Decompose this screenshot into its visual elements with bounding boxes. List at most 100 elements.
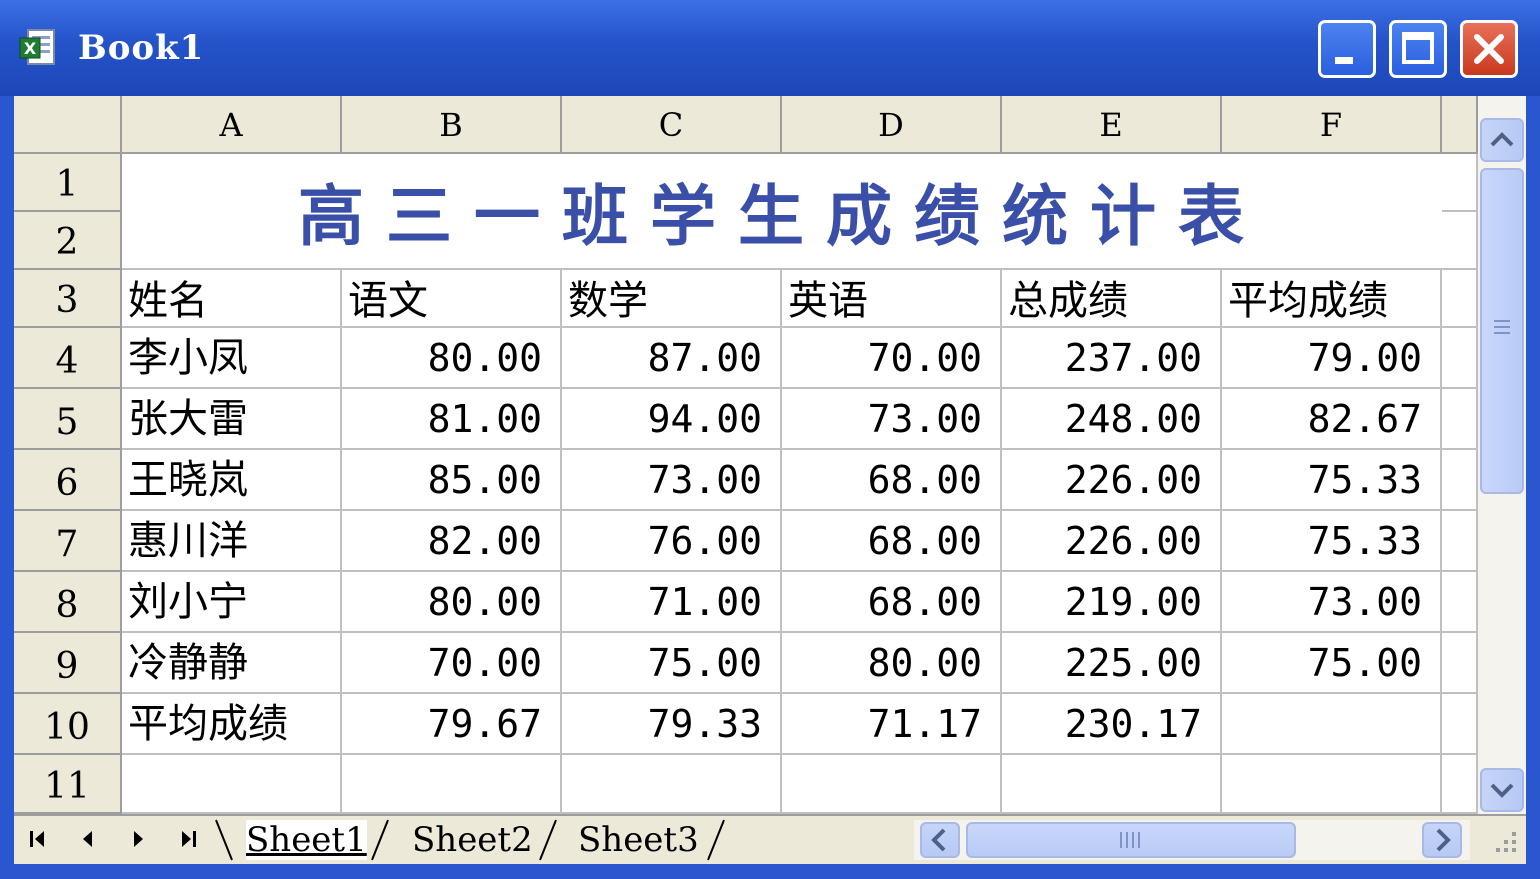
cell-average[interactable] [1222, 694, 1442, 755]
cell-score[interactable]: 71.17 [782, 694, 1002, 755]
cell-name[interactable]: 平均成绩 [122, 694, 342, 755]
cell-total[interactable]: 226.00 [1002, 511, 1222, 572]
sheet-title-cell[interactable]: 高三一班学生成绩统计表 [122, 154, 1442, 270]
cell-average[interactable]: 82.67 [1222, 389, 1442, 450]
row-header-10[interactable]: 10 [14, 694, 122, 755]
cell-g3[interactable] [1442, 270, 1478, 328]
last-sheet-icon[interactable] [174, 820, 202, 858]
row-header-7[interactable]: 7 [14, 511, 122, 572]
cell-total[interactable]: 226.00 [1002, 450, 1222, 511]
row-header-8[interactable]: 8 [14, 572, 122, 633]
cell-average[interactable]: 75.00 [1222, 633, 1442, 694]
cell-score[interactable]: 81.00 [342, 389, 562, 450]
maximize-button[interactable] [1389, 20, 1447, 78]
cell-d11[interactable] [782, 755, 1002, 814]
header-cell-english[interactable]: 英语 [782, 270, 1002, 328]
cell-total[interactable]: 219.00 [1002, 572, 1222, 633]
column-header-c[interactable]: C [562, 96, 782, 154]
cell-g8[interactable] [1442, 572, 1478, 633]
cell-b11[interactable] [342, 755, 562, 814]
cell-g6[interactable] [1442, 450, 1478, 511]
cell-g2[interactable] [1442, 212, 1478, 270]
cell-score[interactable]: 87.00 [562, 328, 782, 389]
next-sheet-icon[interactable] [124, 820, 152, 858]
cell-g11[interactable] [1442, 755, 1478, 814]
cell-score[interactable]: 68.00 [782, 450, 1002, 511]
cell-g9[interactable] [1442, 633, 1478, 694]
title-bar[interactable]: X Book1 [0, 0, 1540, 96]
cell-total[interactable]: 230.17 [1002, 694, 1222, 755]
cell-g10[interactable] [1442, 694, 1478, 755]
tab-sheet3[interactable]: Sheet3 [578, 820, 699, 860]
cell-a11[interactable] [122, 755, 342, 814]
header-cell-name[interactable]: 姓名 [122, 270, 342, 328]
column-header-d[interactable]: D [782, 96, 1002, 154]
cell-score[interactable]: 79.67 [342, 694, 562, 755]
vertical-scroll-thumb[interactable] [1480, 168, 1524, 494]
cell-score[interactable]: 76.00 [562, 511, 782, 572]
scroll-up-button[interactable] [1480, 118, 1524, 162]
cell-score[interactable]: 80.00 [342, 328, 562, 389]
cell-name[interactable]: 刘小宁 [122, 572, 342, 633]
cell-score[interactable]: 80.00 [342, 572, 562, 633]
tab-sheet2[interactable]: Sheet2 [412, 820, 533, 860]
header-cell-total[interactable]: 总成绩 [1002, 270, 1222, 328]
column-header-a[interactable]: A [122, 96, 342, 154]
cell-g4[interactable] [1442, 328, 1478, 389]
cell-score[interactable]: 70.00 [782, 328, 1002, 389]
header-cell-math[interactable]: 数学 [562, 270, 782, 328]
cell-g1[interactable] [1442, 154, 1478, 212]
cell-score[interactable]: 73.00 [782, 389, 1002, 450]
cell-average[interactable]: 73.00 [1222, 572, 1442, 633]
column-header-b[interactable]: B [342, 96, 562, 154]
scroll-down-button[interactable] [1480, 768, 1524, 812]
cell-score[interactable]: 79.33 [562, 694, 782, 755]
minimize-button[interactable] [1318, 20, 1376, 78]
cell-total[interactable]: 248.00 [1002, 389, 1222, 450]
resize-grip-icon[interactable] [1478, 820, 1526, 862]
cell-average[interactable]: 75.33 [1222, 511, 1442, 572]
row-header-1[interactable]: 1 [14, 154, 122, 212]
cell-score[interactable]: 70.00 [342, 633, 562, 694]
cell-score[interactable]: 85.00 [342, 450, 562, 511]
cell-g5[interactable] [1442, 389, 1478, 450]
cell-total[interactable]: 225.00 [1002, 633, 1222, 694]
scroll-right-button[interactable] [1422, 822, 1462, 858]
cell-f11[interactable] [1222, 755, 1442, 814]
cell-name[interactable]: 张大雷 [122, 389, 342, 450]
vertical-scrollbar[interactable] [1478, 96, 1526, 814]
cell-c11[interactable] [562, 755, 782, 814]
cell-score[interactable]: 71.00 [562, 572, 782, 633]
row-header-4[interactable]: 4 [14, 328, 122, 389]
prev-sheet-icon[interactable] [74, 820, 102, 858]
horizontal-scroll-thumb[interactable] [966, 822, 1296, 858]
cell-name[interactable]: 惠川洋 [122, 511, 342, 572]
cell-score[interactable]: 94.00 [562, 389, 782, 450]
cell-average[interactable]: 79.00 [1222, 328, 1442, 389]
first-sheet-icon[interactable] [24, 820, 52, 858]
cell-name[interactable]: 李小凤 [122, 328, 342, 389]
cell-score[interactable]: 82.00 [342, 511, 562, 572]
cell-score[interactable]: 68.00 [782, 511, 1002, 572]
cell-g7[interactable] [1442, 511, 1478, 572]
cell-total[interactable]: 237.00 [1002, 328, 1222, 389]
cell-score[interactable]: 75.00 [562, 633, 782, 694]
tab-sheet1[interactable]: Sheet1 [246, 820, 367, 860]
horizontal-scrollbar[interactable] [914, 820, 1470, 860]
row-header-6[interactable]: 6 [14, 450, 122, 511]
cell-score[interactable]: 80.00 [782, 633, 1002, 694]
header-cell-average[interactable]: 平均成绩 [1222, 270, 1442, 328]
row-header-2[interactable]: 2 [14, 212, 122, 270]
header-cell-chinese[interactable]: 语文 [342, 270, 562, 328]
scroll-left-button[interactable] [920, 822, 960, 858]
close-button[interactable] [1460, 20, 1518, 78]
cell-e11[interactable] [1002, 755, 1222, 814]
select-all-corner[interactable] [14, 96, 122, 154]
column-header-f[interactable]: F [1222, 96, 1442, 154]
column-header-g[interactable] [1442, 96, 1478, 154]
cell-name[interactable]: 冷静静 [122, 633, 342, 694]
column-header-e[interactable]: E [1002, 96, 1222, 154]
row-header-9[interactable]: 9 [14, 633, 122, 694]
cell-score[interactable]: 68.00 [782, 572, 1002, 633]
row-header-3[interactable]: 3 [14, 270, 122, 328]
